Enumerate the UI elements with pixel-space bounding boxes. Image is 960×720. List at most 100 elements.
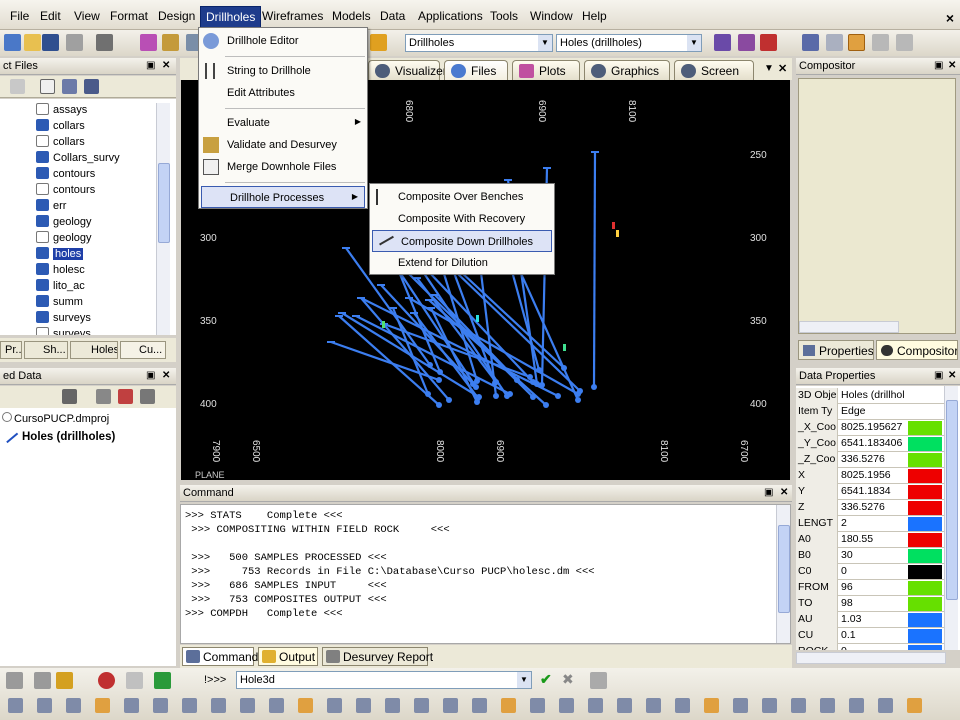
tab-output[interactable]: Output: [258, 647, 318, 666]
property-row[interactable]: C0 0: [796, 564, 944, 580]
chevron-down-icon[interactable]: ▼: [517, 672, 531, 688]
tree-item[interactable]: summ: [36, 295, 83, 311]
property-row[interactable]: CU 0.1: [796, 628, 944, 644]
holes-node[interactable]: Holes (drillholes): [0, 424, 115, 444]
draw-icon[interactable]: [588, 698, 603, 713]
property-color-swatch[interactable]: [908, 517, 942, 531]
find-command-icon[interactable]: [590, 672, 607, 689]
record-icon[interactable]: [98, 672, 115, 689]
tab-compositor[interactable]: Compositor: [876, 340, 958, 360]
tab-holes[interactable]: Holes: [70, 341, 118, 359]
cut-icon[interactable]: [66, 34, 83, 51]
menu-edit-attributes[interactable]: Edit Attributes: [199, 82, 367, 104]
property-row[interactable]: _X_Coo 8025.195627: [796, 420, 944, 436]
arc-icon[interactable]: [472, 698, 487, 713]
rect-icon[interactable]: [66, 698, 81, 713]
menu-design[interactable]: Design: [154, 8, 199, 24]
tab-desurvey-report[interactable]: Desurvey Report: [322, 647, 433, 666]
extend-icon[interactable]: [327, 698, 342, 713]
offset-icon[interactable]: [385, 698, 400, 713]
close-icon[interactable]: ✕: [948, 370, 956, 381]
properties-scrollbar[interactable]: [944, 386, 958, 650]
menu-tools[interactable]: Tools: [486, 8, 522, 24]
files-icon[interactable]: [62, 79, 77, 94]
menu-view[interactable]: View: [70, 8, 104, 24]
record-folder-icon[interactable]: [56, 672, 73, 689]
object-type-select[interactable]: Drillholes ▼: [405, 34, 553, 52]
menu-wireframes[interactable]: Wireframes: [258, 8, 327, 24]
tree-item[interactable]: Collars_survy: [36, 151, 120, 167]
grid-icon[interactable]: [849, 698, 864, 713]
unselect-icon[interactable]: [760, 34, 777, 51]
new-file-icon[interactable]: [40, 79, 55, 94]
close-icon[interactable]: ✕: [162, 60, 170, 71]
project-node[interactable]: CursoPUCP.dmproj: [2, 412, 109, 425]
property-row[interactable]: LENGT 2: [796, 516, 944, 532]
property-row[interactable]: ROCK0: [796, 644, 944, 650]
window-close-button[interactable]: ×: [946, 10, 954, 26]
tree-item[interactable]: holes: [36, 247, 84, 263]
cancel-icon[interactable]: ✖: [562, 671, 574, 688]
property-row[interactable]: A0 180.55: [796, 532, 944, 548]
snap-icon[interactable]: [240, 698, 255, 713]
chevron-down-icon[interactable]: ▼: [687, 35, 701, 51]
load-icon[interactable]: [62, 389, 77, 404]
home-icon[interactable]: [162, 34, 179, 51]
property-color-swatch[interactable]: [908, 645, 942, 650]
property-row[interactable]: FROM 96: [796, 580, 944, 596]
tree-item[interactable]: contours: [36, 167, 95, 183]
property-row[interactable]: _Z_Coo 336.5276: [796, 452, 944, 468]
tree-item[interactable]: holesc: [36, 263, 85, 279]
object-select[interactable]: Holes (drillholes) ▼: [556, 34, 702, 52]
close-icon[interactable]: ✕: [948, 60, 956, 71]
edit-point-icon[interactable]: [826, 34, 843, 51]
browse-icon[interactable]: [84, 79, 99, 94]
tab-list-icon[interactable]: ▼: [764, 63, 774, 74]
tree-scrollbar[interactable]: [156, 103, 170, 335]
property-color-swatch[interactable]: [908, 581, 942, 595]
menu-composite-with-recovery[interactable]: Composite With Recovery: [370, 208, 554, 230]
menu-file[interactable]: File: [6, 8, 33, 24]
menu-applications[interactable]: Applications: [414, 8, 487, 24]
tab-graphics[interactable]: Graphics: [584, 60, 670, 80]
paste-icon[interactable]: [124, 698, 139, 713]
refresh-icon[interactable]: [10, 79, 25, 94]
tree-item[interactable]: collars: [36, 119, 85, 135]
tab-current[interactable]: Cu...: [120, 341, 166, 359]
erase-icon[interactable]: [559, 698, 574, 713]
property-color-swatch[interactable]: [908, 469, 942, 483]
property-row[interactable]: B0 30: [796, 548, 944, 564]
property-row[interactable]: X 8025.1956: [796, 468, 944, 484]
property-row[interactable]: TO 98: [796, 596, 944, 612]
tab-screen[interactable]: Screen: [674, 60, 754, 80]
snap-icon[interactable]: [802, 34, 819, 51]
select-strings-icon[interactable]: [738, 34, 755, 51]
close-icon[interactable]: ✕: [778, 62, 787, 75]
menu-validate-desurvey[interactable]: Validate and Desurvey: [199, 134, 367, 156]
menu-composite-down-drillholes[interactable]: Composite Down Drillholes: [372, 230, 552, 252]
tree-item[interactable]: geology: [36, 215, 92, 231]
delete-point-icon[interactable]: [896, 34, 913, 51]
property-row[interactable]: Item Ty Edge: [796, 404, 944, 420]
menu-evaluate[interactable]: Evaluate ▶: [199, 112, 367, 134]
menu-drillhole-editor[interactable]: Drillhole Editor: [199, 30, 367, 52]
layer-icon[interactable]: [878, 698, 893, 713]
query-icon[interactable]: [140, 389, 155, 404]
property-color-swatch[interactable]: [908, 613, 942, 627]
menu-window[interactable]: Window: [526, 8, 577, 24]
tree-item[interactable]: geology: [36, 231, 92, 247]
align-icon[interactable]: [211, 698, 226, 713]
tab-properties[interactable]: Properties: [798, 340, 874, 360]
script-icon[interactable]: [6, 672, 23, 689]
pin-icon[interactable]: ▣: [764, 487, 773, 498]
property-color-swatch[interactable]: [908, 405, 942, 419]
tab-visualizer[interactable]: Visualizer: [368, 60, 447, 80]
fillet-icon[interactable]: [356, 698, 371, 713]
tree-item[interactable]: surveys: [36, 327, 91, 335]
property-row[interactable]: 3D Obje Holes (drillhol: [796, 388, 944, 404]
close-icon[interactable]: ✕: [162, 370, 170, 381]
check-icon[interactable]: ✔: [540, 671, 552, 688]
compositor-hscroll[interactable]: [799, 321, 899, 333]
property-color-swatch[interactable]: [908, 501, 942, 515]
menu-models[interactable]: Models: [328, 8, 375, 24]
